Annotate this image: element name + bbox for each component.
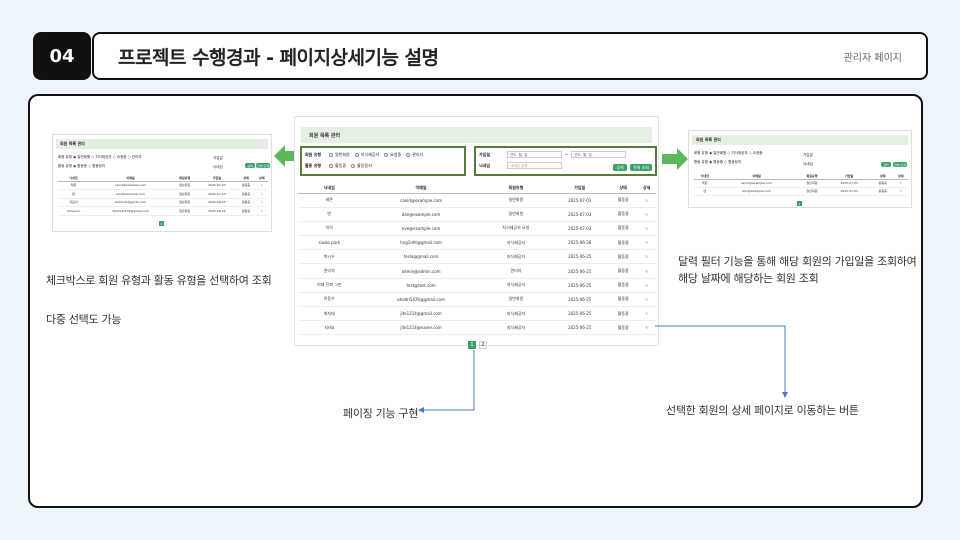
detail-arrowhead-icon (782, 392, 788, 398)
paging-pointer (424, 350, 475, 411)
detail-pointer (655, 325, 786, 392)
paging-arrowhead-icon (418, 407, 424, 413)
pointer-lines (418, 325, 788, 413)
